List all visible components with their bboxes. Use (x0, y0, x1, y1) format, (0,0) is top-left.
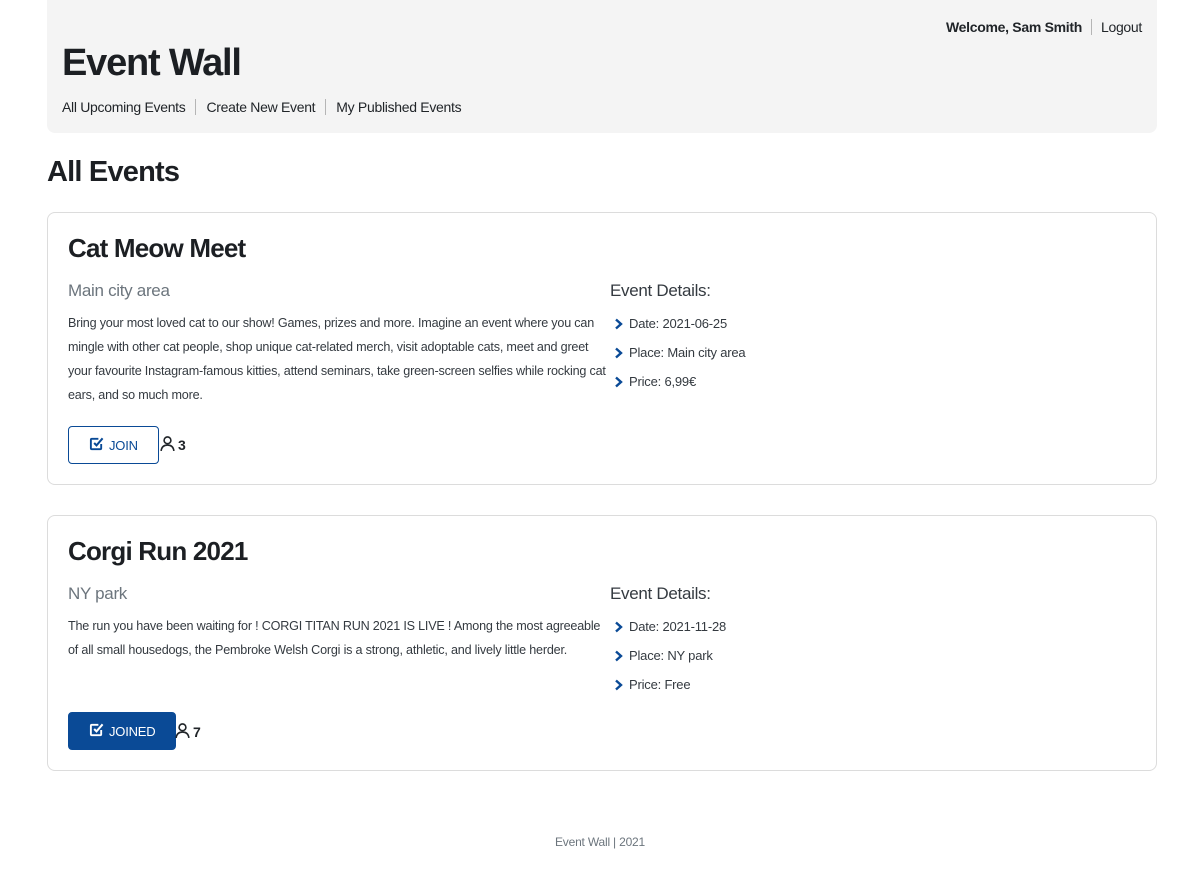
chevron-right-icon (614, 678, 628, 692)
join-button-label: JOIN (109, 437, 138, 453)
event-detail-text: Date: 2021-11-28 (629, 619, 727, 634)
logout-link[interactable]: Logout (1092, 19, 1142, 35)
event-description: The run you have been waiting for ! CORG… (68, 619, 601, 657)
chevron-right-icon (614, 375, 628, 389)
event-details-heading: Event Details: (610, 584, 711, 603)
attendee-count-value: 3 (178, 437, 186, 453)
event-title: Corgi Run 2021 (68, 536, 248, 566)
attendee-count: 7 (174, 722, 201, 742)
user-bar: Welcome, Sam Smith Logout (946, 17, 1142, 37)
attendee-count: 3 (159, 435, 186, 455)
site-header: Welcome, Sam Smith Logout Event Wall All… (47, 0, 1157, 133)
chevron-right-icon (614, 649, 628, 663)
footer: Event Wall | 2021 (555, 835, 645, 849)
chevron-right-icon (614, 346, 628, 360)
person-icon (174, 722, 191, 742)
event-detail-place: Place: NY park (614, 641, 726, 670)
person-icon (159, 435, 176, 455)
event-detail-text: Place: Main city area (629, 345, 746, 360)
attendee-count-value: 7 (193, 724, 201, 740)
nav-all-upcoming-events[interactable]: All Upcoming Events (62, 99, 195, 115)
event-title: Cat Meow Meet (68, 233, 246, 263)
welcome-text: Welcome, Sam Smith (946, 19, 1092, 35)
event-details-list: Date: 2021-06-25 Place: Main city area P… (614, 309, 746, 396)
nav-my-published-events[interactable]: My Published Events (325, 99, 471, 115)
chevron-right-icon (614, 620, 628, 634)
main-nav: All Upcoming Events Create New Event My … (62, 97, 471, 117)
event-detail-price: Price: 6,99€ (614, 367, 745, 396)
event-details-heading: Event Details: (610, 281, 711, 300)
check-square-icon (89, 436, 104, 454)
chevron-right-icon (614, 317, 628, 331)
join-button[interactable]: JOIN (68, 426, 159, 464)
event-details-list: Date: 2021-11-28 Place: NY park Price: F… (614, 612, 726, 699)
event-description: Bring your most loved cat to our show! G… (68, 316, 606, 402)
nav-create-new-event[interactable]: Create New Event (195, 99, 325, 115)
site-brand[interactable]: Event Wall (62, 42, 242, 85)
event-detail-price: Price: Free (614, 670, 726, 699)
event-detail-date: Date: 2021-11-28 (614, 612, 726, 641)
event-place: NY park (68, 584, 128, 603)
event-detail-text: Price: 6,99€ (629, 374, 696, 389)
event-card: Cat Meow Meet Main city area Bring your … (47, 212, 1157, 485)
event-detail-text: Date: 2021-06-25 (629, 316, 727, 331)
check-square-icon (89, 722, 104, 740)
event-card: Corgi Run 2021 NY park The run you have … (47, 515, 1157, 771)
joined-button-label: JOINED (109, 723, 156, 739)
event-detail-text: Place: NY park (629, 648, 713, 663)
event-place: Main city area (68, 281, 170, 300)
event-detail-text: Price: Free (629, 677, 691, 692)
joined-button[interactable]: JOINED (68, 712, 177, 750)
event-detail-place: Place: Main city area (614, 338, 746, 367)
event-detail-date: Date: 2021-06-25 (614, 309, 745, 338)
page-title: All Events (47, 156, 180, 188)
